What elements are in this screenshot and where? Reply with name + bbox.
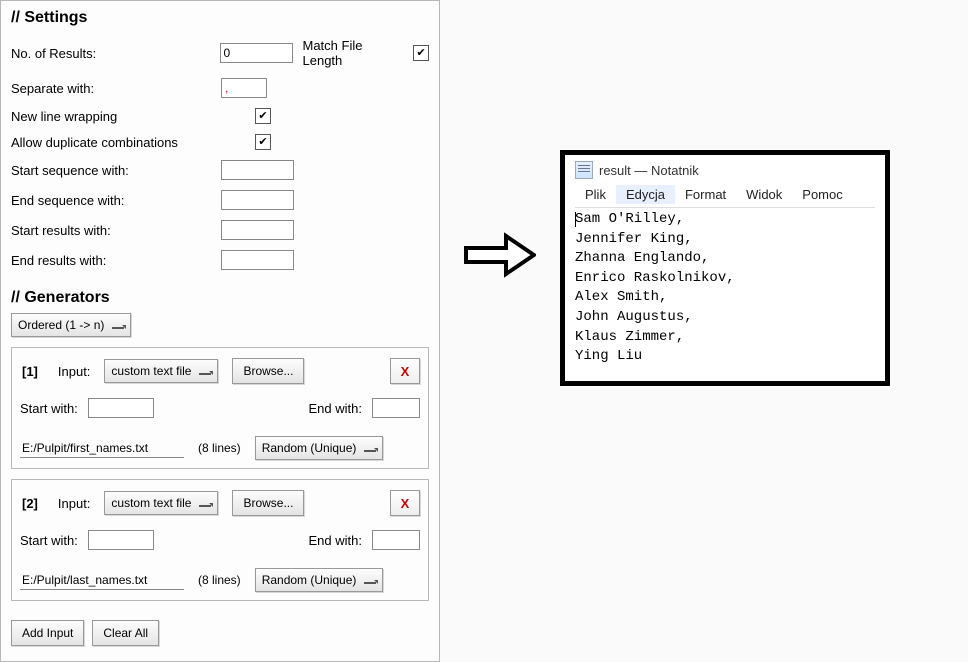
generator-type-dropdown[interactable]: custom text file [104,359,218,383]
generator-end-with-input[interactable] [372,530,420,550]
generator-mode-label: Random (Unique) [262,441,357,455]
start-sequence-label: Start sequence with: [11,163,221,178]
end-sequence-label: End sequence with: [11,193,221,208]
generator-start-with-input[interactable] [88,530,154,550]
generators-heading: // Generators [11,289,429,307]
generator-type-dropdown[interactable]: custom text file [104,491,218,515]
generators-order-label: Ordered (1 -> n) [18,318,104,332]
start-results-input[interactable] [221,220,294,240]
dropdown-caret-icon [364,444,376,452]
delete-generator-button[interactable]: X [390,358,420,384]
generator-item: [2] Input: custom text file Browse... X Start… [11,479,429,601]
generator-end-with-label: End with: [309,401,362,416]
notepad-line: Jennifer King, [575,230,875,250]
generator-end-with-input[interactable] [372,398,420,418]
allow-dup-label: Allow duplicate combinations [11,135,255,150]
notepad-menu-item[interactable]: Format [675,185,736,204]
generators-order-dropdown[interactable]: Ordered (1 -> n) [11,313,131,337]
dropdown-caret-icon [112,321,124,329]
newline-wrapping-checkbox[interactable]: ✔ [255,108,271,124]
notepad-line: Enrico Raskolnikov, [575,269,875,289]
generator-item: [1] Input: custom text file Browse... X Start… [11,347,429,469]
end-results-label: End results with: [11,253,221,268]
generator-start-with-input[interactable] [88,398,154,418]
settings-heading: // Settings [11,9,429,27]
generator-path-input[interactable] [20,571,184,590]
generator-input-label: Input: [58,364,91,379]
delete-generator-button[interactable]: X [390,490,420,516]
match-file-length-checkbox[interactable]: ✔ [413,45,429,61]
generator-start-with-label: Start with: [20,401,78,416]
generator-mode-dropdown[interactable]: Random (Unique) [255,436,384,460]
notepad-line: John Augustus, [575,308,875,328]
add-input-button[interactable]: Add Input [11,620,84,646]
notepad-line: Alex Smith, [575,288,875,308]
notepad-titlebar: result — Notatnik [575,161,875,179]
separate-with-input[interactable] [221,78,267,98]
start-results-label: Start results with: [11,223,221,238]
notepad-line: Klaus Zimmer, [575,328,875,348]
generator-start-with-label: Start with: [20,533,78,548]
allow-dup-checkbox[interactable]: ✔ [255,134,271,150]
generator-line-count: (8 lines) [198,441,241,455]
notepad-line: Sam O'Rilley, [575,210,875,230]
generator-path-input[interactable] [20,439,184,458]
notepad-menu-item[interactable]: Pomoc [792,185,852,204]
separate-with-label: Separate with: [11,81,221,96]
generator-input-label: Input: [58,496,91,511]
generator-line-count: (8 lines) [198,573,241,587]
generator-end-with-label: End with: [309,533,362,548]
dropdown-caret-icon [364,576,376,584]
notepad-menu-item[interactable]: Widok [736,185,792,204]
notepad-app-icon [575,161,593,179]
generator-mode-dropdown[interactable]: Random (Unique) [255,568,384,592]
browse-button[interactable]: Browse... [232,490,304,516]
notepad-menu-item[interactable]: Plik [575,185,616,204]
browse-button[interactable]: Browse... [232,358,304,384]
no-of-results-input[interactable] [220,43,293,63]
notepad-text-area[interactable]: Sam O'Rilley,Jennifer King,Zhanna Englan… [575,208,875,367]
generator-index: [2] [22,496,38,511]
generator-mode-label: Random (Unique) [262,573,357,587]
end-results-input[interactable] [221,250,294,270]
match-file-length-label: Match File Length [303,38,406,68]
end-sequence-input[interactable] [221,190,294,210]
no-of-results-label: No. of Results: [11,46,220,61]
generator-type-label: custom text file [111,364,191,378]
notepad-menubar: PlikEdycjaFormatWidokPomoc [575,185,875,208]
arrow-icon [440,230,560,280]
dropdown-caret-icon [199,367,211,375]
newline-wrapping-label: New line wrapping [11,109,255,124]
dropdown-caret-icon [199,499,211,507]
notepad-line: Zhanna Englando, [575,249,875,269]
notepad-line: Ying Liu [575,347,875,367]
settings-generators-panel: // Settings No. of Results: Match File L… [0,0,440,662]
start-sequence-input[interactable] [221,160,294,180]
generator-type-label: custom text file [111,496,191,510]
notepad-menu-item[interactable]: Edycja [616,185,675,204]
notepad-title-text: result — Notatnik [599,163,699,178]
clear-all-button[interactable]: Clear All [92,620,159,646]
generator-index: [1] [22,364,38,379]
notepad-window: result — Notatnik PlikEdycjaFormatWidokP… [560,150,890,386]
